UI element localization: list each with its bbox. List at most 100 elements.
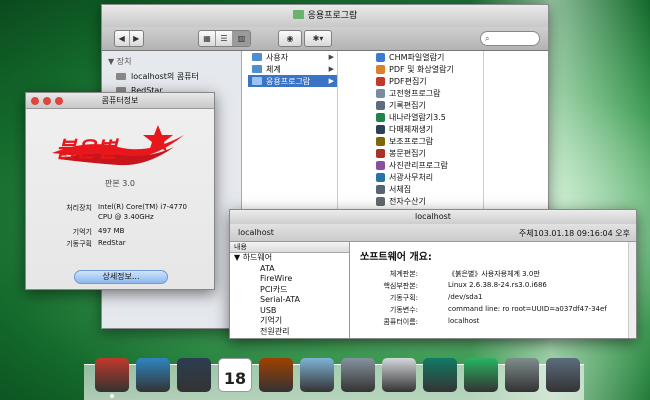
more-info-button[interactable]: 상세정보... — [74, 270, 168, 284]
disk-icon[interactable] — [505, 358, 539, 392]
mail-icon[interactable] — [300, 358, 334, 392]
application-label: PDF편집기 — [389, 76, 427, 86]
overview-key: 기동구획: — [389, 294, 418, 302]
application-item[interactable]: 전자수산기 — [372, 195, 483, 207]
eye-icon: ◉ — [286, 34, 294, 43]
application-icon — [376, 112, 385, 122]
application-item[interactable]: 보조프로그람 — [372, 135, 483, 147]
application-item[interactable]: 봉문편집기 — [372, 147, 483, 159]
chevron-right-icon: ▶ — [328, 53, 334, 61]
spec-key: 처리장치 — [66, 204, 92, 212]
finder-titlebar[interactable]: 응용프로그람 — [102, 5, 548, 27]
application-item[interactable]: CHM파일열람기 — [372, 51, 483, 63]
tree-item[interactable]: PCI카드 — [230, 285, 349, 296]
host-name: localhost — [238, 228, 274, 237]
column-view-icon[interactable]: ▥ — [233, 31, 250, 46]
column-item-users[interactable]: 사용자 ▶ — [248, 51, 337, 63]
browser-globe-icon[interactable] — [136, 358, 170, 392]
tree-item[interactable]: 전원관리 — [230, 327, 349, 338]
quick-look-button[interactable]: ◉ — [278, 30, 302, 47]
sidebar-heading: ▼ 장치 — [108, 57, 132, 66]
application-item[interactable]: 내나라열람기3.5 — [372, 111, 483, 123]
application-label: 서광사무처리 — [389, 172, 434, 182]
finder-icon[interactable] — [95, 358, 129, 398]
profiler-titlebar[interactable]: localhost — [230, 210, 636, 224]
photo-viewer-icon[interactable] — [341, 358, 375, 392]
application-icon — [376, 172, 385, 182]
overview-value: Linux 2.6.38.8-24.rs3.0.i686 — [448, 281, 547, 289]
application-label: 보조프로그람 — [389, 136, 434, 146]
application-item[interactable]: 다매체재생기 — [372, 123, 483, 135]
version-label: 판본 3.0 — [105, 179, 135, 188]
tree-group-hardware[interactable]: ▼ 하드웨어 — [230, 253, 349, 264]
tree-item[interactable]: FireWire — [230, 274, 349, 285]
gear-icon: ✱▾ — [312, 34, 324, 43]
overview-value: /dev/sda1 — [448, 293, 483, 301]
application-label: 고전형프로그람 — [389, 88, 441, 98]
svg-text:붉은별: 붉은별 — [56, 138, 119, 163]
forward-arrow-icon[interactable]: ▶ — [130, 31, 144, 46]
profiler-header: localhost 주체103.01.18 09:16:04 오후 — [230, 224, 636, 242]
system-profiler-window: localhost localhost 주체103.01.18 09:16:04… — [229, 209, 637, 339]
column-item-label: 체계 — [266, 64, 281, 74]
application-item[interactable]: 고전형프로그람 — [372, 87, 483, 99]
application-item[interactable]: 기록편집기 — [372, 99, 483, 111]
tree-item[interactable]: USB — [230, 306, 349, 317]
music-icon[interactable] — [464, 358, 498, 392]
calculator-icon[interactable] — [382, 358, 416, 392]
application-icon — [376, 76, 385, 86]
action-menu-button[interactable]: ✱▾ — [304, 30, 332, 47]
system-tools-icon[interactable] — [423, 358, 457, 392]
search-input[interactable]: ⌕ — [480, 31, 540, 46]
application-label: 다매체재생기 — [389, 124, 434, 134]
overview-value: 《붉은별》사용자용체계 3.0판 — [448, 270, 540, 278]
application-icon — [376, 148, 385, 158]
overview-key: 기동변수: — [389, 306, 418, 314]
minimize-button[interactable] — [43, 97, 51, 105]
application-item[interactable]: PDF 및 화상열람기 — [372, 63, 483, 75]
folder-icon — [292, 10, 304, 19]
overview-key: 체계판본: — [389, 270, 418, 278]
application-item[interactable]: PDF편집기 — [372, 75, 483, 87]
software-overview-panel: 쏘프트웨어 개요: 체계판본: 《붉은별》사용자용체계 3.0판 핵심부판본: Lin… — [352, 242, 628, 338]
media-player-icon[interactable] — [177, 358, 211, 392]
calendar-icon[interactable]: 18 — [218, 358, 252, 392]
application-label: 기록편집기 — [389, 100, 426, 110]
application-icon — [376, 160, 385, 170]
column-item-label: 응용프로그람 — [266, 76, 311, 86]
spec-value: RedStar — [98, 239, 126, 247]
tree-item[interactable]: 기억기 — [230, 316, 349, 327]
application-item[interactable]: 서광사무처리 — [372, 171, 483, 183]
tree-item[interactable]: Serial-ATA — [230, 295, 349, 306]
spec-key: 기억기 — [72, 228, 92, 236]
finder-title: 응용프로그람 — [307, 11, 358, 21]
red-star-logo: 붉은별 — [48, 121, 188, 173]
back-arrow-icon[interactable]: ◀ — [115, 31, 130, 46]
tree-item[interactable]: ATA — [230, 264, 349, 275]
sidebar-item-computer[interactable]: localhost의 콤퓨터 — [102, 69, 241, 84]
column-item-applications[interactable]: 응용프로그람 ▶ — [248, 75, 337, 87]
application-label: 서체집 — [389, 184, 412, 194]
computer-icon — [116, 73, 126, 80]
application-icon — [376, 100, 385, 110]
vertical-scrollbar[interactable] — [628, 242, 636, 338]
zoom-button[interactable] — [55, 97, 63, 105]
application-item[interactable]: 서체집 — [372, 183, 483, 195]
folder-icon — [252, 65, 262, 73]
application-label: 내나라열람기3.5 — [389, 112, 446, 122]
close-button[interactable] — [31, 97, 39, 105]
application-item[interactable]: 사진관리프로그람 — [372, 159, 483, 171]
overview-value: command line: ro root=UUID=a037df47-34ef — [448, 305, 607, 313]
application-icon — [376, 52, 385, 62]
sidebar-item-label: localhost의 콤퓨터 — [131, 72, 199, 81]
icon-view-icon[interactable]: ▦ — [199, 31, 216, 46]
column-item-system[interactable]: 체계 ▶ — [248, 63, 337, 75]
address-book-icon[interactable] — [259, 358, 293, 392]
spec-value: 497 MB — [98, 227, 125, 235]
window-controls — [31, 97, 63, 105]
application-label: 봉문편집기 — [389, 148, 426, 158]
application-icon — [376, 196, 385, 206]
list-view-icon[interactable]: ☰ — [216, 31, 233, 46]
about-titlebar[interactable]: 콤퓨터정보 — [26, 93, 214, 109]
trash-icon[interactable] — [546, 358, 580, 392]
